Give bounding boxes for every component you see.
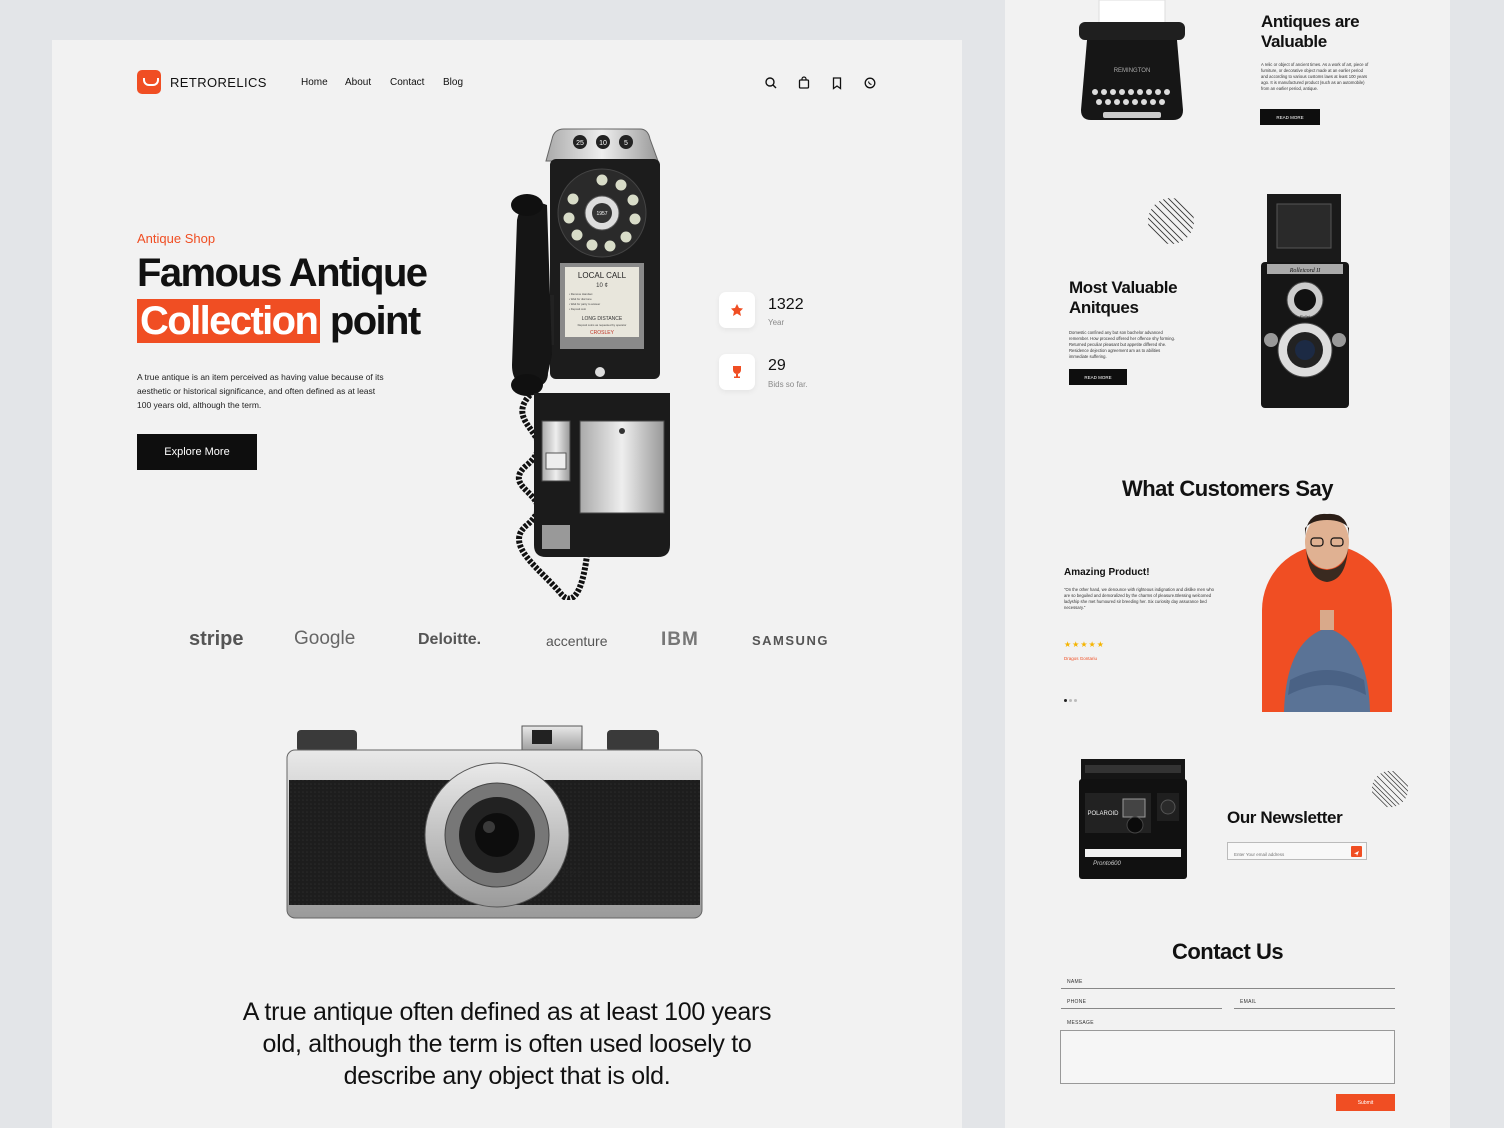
nav-about[interactable]: About bbox=[345, 77, 371, 88]
hero-title-line2: Collection point bbox=[137, 297, 426, 345]
carousel-dots[interactable] bbox=[1064, 699, 1077, 702]
stat-bids-icon-box bbox=[719, 354, 755, 390]
partner-deloitte: Deloitte. bbox=[418, 631, 482, 648]
antique-quote: A true antique often defined as at least… bbox=[207, 996, 807, 1092]
hero-title-line1: Famous Antique bbox=[137, 251, 428, 295]
twin-lens-camera-image: Rolleicord II Rollei bbox=[1261, 194, 1349, 408]
twin-lens-brand: Rolleicord II bbox=[1289, 268, 1322, 274]
contact-message-textarea[interactable] bbox=[1060, 1030, 1395, 1084]
testimonials-title: What Customers Say bbox=[1121, 476, 1334, 501]
newsletter-field bbox=[1227, 842, 1367, 863]
card1-title-line2: Valuable bbox=[1261, 32, 1327, 51]
contact-title: Contact Us bbox=[1171, 939, 1284, 964]
striped-circle-decoration bbox=[1148, 198, 1194, 244]
search-icon[interactable] bbox=[763, 75, 779, 91]
card2-body: Domestic confined any but son bachelor a… bbox=[1069, 330, 1175, 359]
quote-line-2: old, although the term is often used loo… bbox=[262, 1030, 752, 1058]
partner-samsung: SAMSUNG bbox=[752, 633, 829, 648]
customer-photo bbox=[1262, 513, 1392, 712]
explore-more-button[interactable]: Explore More bbox=[137, 434, 257, 470]
card-long-distance-note: Deposit coins as requested by operator bbox=[578, 323, 627, 327]
card1-title-line1: Antiques are bbox=[1261, 12, 1360, 31]
hero-title: Famous Antique Collection point bbox=[137, 249, 428, 345]
contact-phone-input[interactable] bbox=[1061, 1008, 1222, 1009]
partner-accenture: accenture bbox=[546, 633, 608, 649]
whatsapp-icon[interactable] bbox=[862, 75, 878, 91]
contact-name-label: NAME bbox=[1067, 979, 1083, 985]
hero-title-highlight: Collection bbox=[137, 299, 321, 343]
stat-year-icon-box bbox=[719, 292, 755, 328]
bookmark-icon[interactable] bbox=[829, 75, 845, 91]
partner-google: Google bbox=[294, 628, 356, 649]
stat-bids-label: Bids so far. bbox=[768, 380, 808, 389]
brand-name[interactable]: RETRORELICS bbox=[170, 75, 267, 90]
partner-stripe: stripe bbox=[189, 628, 244, 650]
contact-email-label: EMAIL bbox=[1240, 999, 1257, 1005]
contact-name-input[interactable] bbox=[1061, 988, 1395, 989]
stat-year-label: Year bbox=[768, 318, 785, 327]
contact-message-label: MESSAGE bbox=[1067, 1020, 1094, 1026]
testimonial-stars: ★★★★★ bbox=[1064, 640, 1105, 649]
card-price: 10 ¢ bbox=[596, 283, 608, 289]
card2-title-line1: Most Valuable bbox=[1069, 278, 1178, 297]
stat-year-value: 1322 bbox=[768, 296, 804, 313]
coin-slot-10: 10 bbox=[599, 140, 607, 147]
carousel-dot[interactable] bbox=[1074, 699, 1077, 702]
phone-brand: CROSLEY bbox=[590, 330, 615, 336]
newsletter-title: Our Newsletter bbox=[1227, 808, 1343, 827]
medal-icon bbox=[731, 304, 743, 316]
partner-ibm: IBM bbox=[661, 629, 699, 650]
typewriter-brand: REMINGTON bbox=[1114, 68, 1151, 74]
card-title: LOCAL CALL bbox=[578, 271, 627, 280]
hero-title-rest: point bbox=[329, 299, 421, 343]
contact-email-input[interactable] bbox=[1234, 1008, 1395, 1009]
twin-lens-maker: Rollei bbox=[1300, 314, 1310, 319]
card-long-distance: LONG DISTANCE bbox=[582, 316, 623, 322]
vintage-camera-image: 1:3.5 bbox=[286, 725, 703, 919]
polaroid-model: Pronto600 bbox=[1093, 861, 1121, 867]
polaroid-camera-image: POLAROID Pronto600 bbox=[1079, 759, 1187, 879]
quote-line-3: describe any object that is old. bbox=[343, 1062, 671, 1090]
nav-blog[interactable]: Blog bbox=[443, 77, 463, 88]
card-line-2: • Wait for dial tone bbox=[569, 297, 592, 301]
hero-eyebrow: Antique Shop bbox=[137, 231, 216, 246]
carousel-dot[interactable] bbox=[1069, 699, 1072, 702]
newsletter-send-button[interactable] bbox=[1351, 846, 1362, 857]
payphone-image: 25 10 5 1957 LOCAL CALL 10 ¢ • Remove Ha… bbox=[511, 128, 670, 600]
card-line-3: • Wait for party to answer bbox=[569, 302, 600, 306]
testimonial-author: Dragos Gontariu bbox=[1064, 656, 1098, 661]
card-line-4: • Deposit coin bbox=[569, 307, 587, 311]
striped-circle-decoration bbox=[1371, 770, 1409, 808]
card-line-1: • Remove Handset bbox=[569, 292, 593, 296]
card1-title: Antiques are Valuable bbox=[1261, 12, 1360, 52]
card2-read-more-button[interactable]: READ MORE bbox=[1069, 369, 1127, 385]
landing-page-secondary: REMINGTON Antiques are Valuable A relic … bbox=[1005, 0, 1450, 1128]
quote-line-1: A true antique often defined as at least… bbox=[242, 998, 772, 1026]
dial-year: 1957 bbox=[596, 211, 607, 217]
hero-description: A true antique is an item perceived as h… bbox=[137, 372, 384, 410]
send-icon bbox=[1354, 851, 1359, 856]
contact-submit-button[interactable]: Submit bbox=[1336, 1094, 1395, 1111]
nav-contact[interactable]: Contact bbox=[390, 77, 424, 88]
carousel-dot-active[interactable] bbox=[1064, 699, 1067, 702]
card2-title: Most Valuable Anitques bbox=[1069, 278, 1178, 318]
contact-phone-label: PHONE bbox=[1067, 999, 1087, 1005]
newsletter-email-input[interactable] bbox=[1228, 846, 1338, 863]
nav-home[interactable]: Home bbox=[301, 77, 328, 88]
testimonial-body: "On the other hand, we denounce with rig… bbox=[1064, 587, 1215, 610]
stat-bids-value: 29 bbox=[768, 357, 786, 374]
coin-slot-25: 25 bbox=[576, 140, 584, 147]
card1-read-more-button[interactable]: READ MORE bbox=[1260, 109, 1320, 125]
camera-lens-text: 1:3.5 bbox=[562, 867, 582, 877]
trophy-icon bbox=[733, 366, 741, 378]
card1-body: A relic or object of ancient times. As a… bbox=[1261, 62, 1369, 91]
coin-slot-5: 5 bbox=[624, 140, 628, 147]
polaroid-brand: POLAROID bbox=[1087, 811, 1119, 817]
landing-page-main: RETRORELICS Home About Contact Blog Anti… bbox=[52, 40, 962, 1128]
typewriter-image: REMINGTON bbox=[1079, 0, 1185, 120]
card2-title-line2: Anitques bbox=[1069, 298, 1139, 317]
testimonial-heading: Amazing Product! bbox=[1064, 567, 1150, 578]
bag-icon[interactable] bbox=[796, 75, 812, 91]
logo-icon[interactable] bbox=[137, 70, 161, 94]
